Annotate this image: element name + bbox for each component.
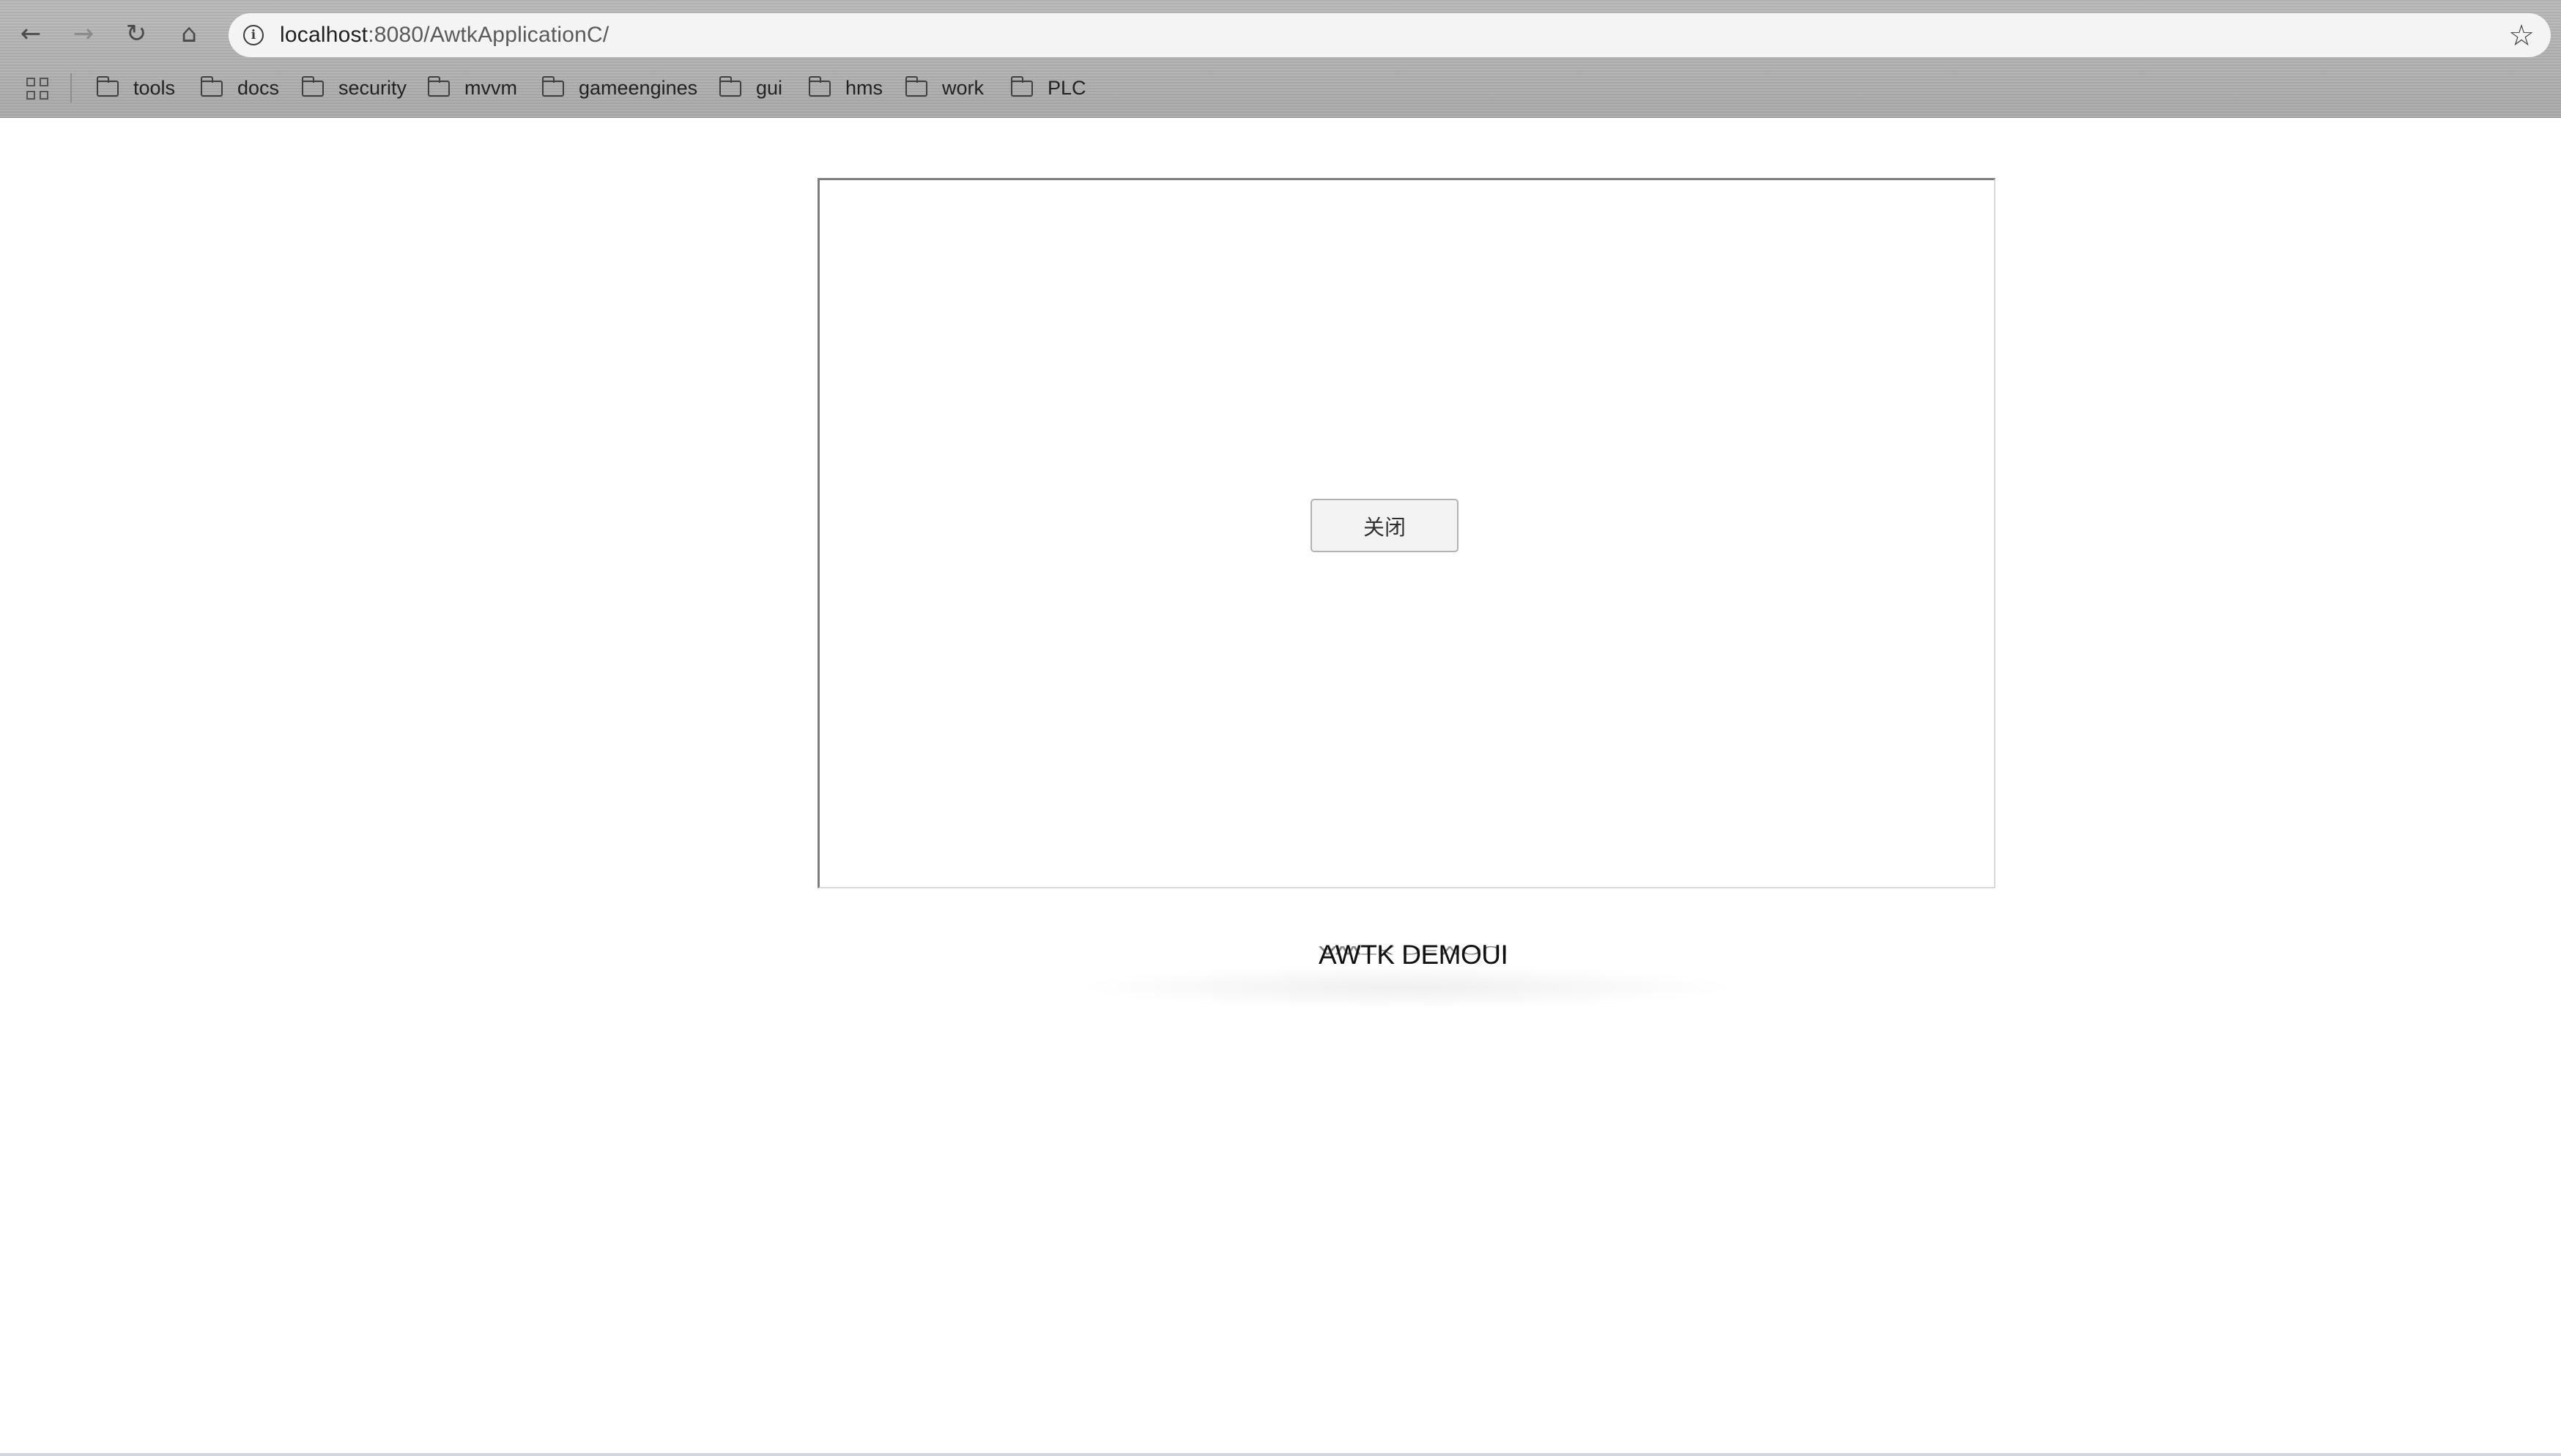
back-arrow-icon: ← xyxy=(20,19,42,48)
bookmark-folder-tools[interactable]: tools xyxy=(96,72,176,104)
forward-button[interactable]: → xyxy=(64,15,103,53)
folder-icon xyxy=(301,76,324,97)
bookmark-label: PLC xyxy=(1048,76,1086,99)
bookmark-label: docs xyxy=(237,76,280,99)
reload-icon: ↻ xyxy=(125,19,147,48)
bookmark-label: hms xyxy=(845,76,883,99)
address-bar[interactable]: i localhost:8080/AwtkApplicationC/ ☆ xyxy=(229,13,2551,57)
bookmarks-separator xyxy=(70,73,72,103)
bookmark-label: security xyxy=(338,76,407,99)
folder-icon xyxy=(96,76,119,97)
info-icon[interactable]: i xyxy=(243,25,264,45)
bookmark-folder-plc[interactable]: PLC xyxy=(1010,72,1086,104)
reload-button[interactable]: ↻ xyxy=(117,15,155,53)
folder-icon xyxy=(808,76,831,97)
star-icon[interactable]: ☆ xyxy=(2508,19,2535,53)
browser-chrome: ← → ↻ ⌂ i localhost:8080/AwtkApplication… xyxy=(0,0,2561,118)
bookmark-label: mvvm xyxy=(464,76,517,99)
bookmark-folder-docs[interactable]: docs xyxy=(200,72,280,104)
window-bottom-edge xyxy=(0,1453,2561,1456)
bookmarks-bar: tools docs security mvvm gameengines gui… xyxy=(0,67,2561,108)
bookmark-label: tools xyxy=(133,76,176,99)
bookmark-label: work xyxy=(942,76,985,99)
url-path: :8080/AwtkApplicationC/ xyxy=(368,23,609,47)
demo-title-reflection: AWTK DEMOUI xyxy=(1319,943,1508,957)
forward-arrow-icon: → xyxy=(73,19,94,48)
bookmark-folder-work[interactable]: work xyxy=(905,72,984,104)
bookmark-label: gui xyxy=(756,76,783,99)
home-button[interactable]: ⌂ xyxy=(170,15,208,53)
folder-icon xyxy=(541,76,564,97)
url-text[interactable]: localhost:8080/AwtkApplicationC/ xyxy=(280,23,609,48)
bookmark-folder-gameengines[interactable]: gameengines xyxy=(541,72,698,104)
folder-icon xyxy=(427,76,450,97)
home-icon: ⌂ xyxy=(181,19,197,48)
close-button[interactable]: 关闭 xyxy=(1311,499,1459,552)
title-glow xyxy=(1077,965,1736,1009)
folder-icon xyxy=(200,76,223,97)
back-button[interactable]: ← xyxy=(12,15,50,53)
browser-toolbar: ← → ↻ ⌂ i localhost:8080/AwtkApplication… xyxy=(0,6,2561,62)
bookmark-folder-security[interactable]: security xyxy=(301,72,407,104)
bookmark-label: gameengines xyxy=(579,76,698,99)
apps-grid-icon[interactable] xyxy=(26,78,48,100)
bookmark-folder-gui[interactable]: gui xyxy=(719,72,782,104)
folder-icon xyxy=(905,76,927,97)
folder-icon xyxy=(1010,76,1033,97)
folder-icon xyxy=(719,76,741,97)
bookmark-folder-hms[interactable]: hms xyxy=(808,72,883,104)
bookmark-folder-mvvm[interactable]: mvvm xyxy=(427,72,517,104)
awtk-app-canvas[interactable]: 关闭 xyxy=(818,178,1995,888)
url-host: localhost xyxy=(280,23,368,47)
